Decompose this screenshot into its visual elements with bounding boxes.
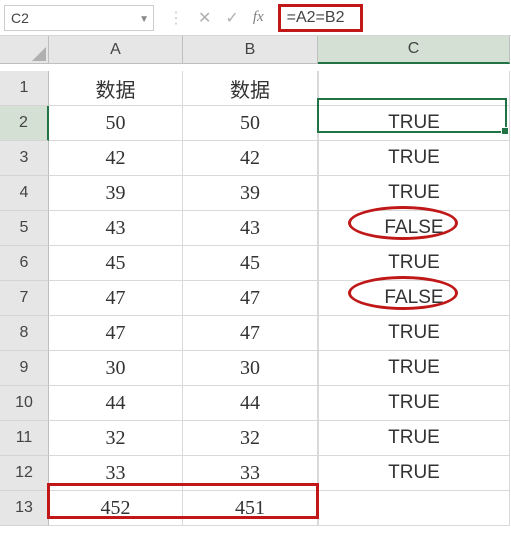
cell-C6[interactable]: TRUE bbox=[318, 246, 510, 281]
separator-icon: ⋮ bbox=[168, 8, 184, 28]
col-header-B[interactable]: B bbox=[183, 36, 318, 64]
col-header-A[interactable]: A bbox=[49, 36, 183, 64]
row-header-7[interactable]: 7 bbox=[0, 281, 49, 316]
row-header-6[interactable]: 6 bbox=[0, 246, 49, 281]
cell-A12[interactable]: 33 bbox=[49, 456, 183, 491]
cell-A2[interactable]: 50 bbox=[49, 106, 183, 141]
row-header-9[interactable]: 9 bbox=[0, 351, 49, 386]
formula-bar-icons: ⋮ ✕ ✓ fx bbox=[154, 8, 278, 28]
row-header-2[interactable]: 2 bbox=[0, 106, 49, 141]
row-header-3[interactable]: 3 bbox=[0, 141, 49, 176]
cell-C2[interactable]: TRUE bbox=[318, 106, 510, 141]
cell-A8[interactable]: 47 bbox=[49, 316, 183, 351]
cancel-icon[interactable]: ✕ bbox=[198, 8, 211, 28]
cell-C11[interactable]: TRUE bbox=[318, 421, 510, 456]
cell-C9[interactable]: TRUE bbox=[318, 351, 510, 386]
select-all-corner[interactable] bbox=[0, 36, 49, 64]
row-header-12[interactable]: 12 bbox=[0, 456, 49, 491]
cell-B10[interactable]: 44 bbox=[183, 386, 318, 421]
cell-B7[interactable]: 47 bbox=[183, 281, 318, 316]
row-header-13[interactable]: 13 bbox=[0, 491, 49, 526]
cell-A13[interactable]: 452 bbox=[49, 491, 183, 526]
cell-C3[interactable]: TRUE bbox=[318, 141, 510, 176]
cell-A9[interactable]: 30 bbox=[49, 351, 183, 386]
cell-C5[interactable]: FALSE bbox=[318, 211, 510, 246]
cell-B5[interactable]: 43 bbox=[183, 211, 318, 246]
cell-B13[interactable]: 451 bbox=[183, 491, 318, 526]
cell-A10[interactable]: 44 bbox=[49, 386, 183, 421]
cell-B3[interactable]: 42 bbox=[183, 141, 318, 176]
row-header-4[interactable]: 4 bbox=[0, 176, 49, 211]
cell-B6[interactable]: 45 bbox=[183, 246, 318, 281]
row-header-11[interactable]: 11 bbox=[0, 421, 49, 456]
name-box-value: C2 bbox=[11, 10, 29, 26]
cell-C4[interactable]: TRUE bbox=[318, 176, 510, 211]
cell-A4[interactable]: 39 bbox=[49, 176, 183, 211]
cell-A1[interactable]: 数据 bbox=[49, 71, 183, 106]
cell-A11[interactable]: 32 bbox=[49, 421, 183, 456]
spreadsheet-grid[interactable]: A B C 1 数据 数据 2 50 50 TRUE 3 42 42 TRUE … bbox=[0, 36, 511, 526]
cell-A3[interactable]: 42 bbox=[49, 141, 183, 176]
cell-B8[interactable]: 47 bbox=[183, 316, 318, 351]
row-header-1[interactable]: 1 bbox=[0, 71, 49, 106]
col-header-C[interactable]: C bbox=[318, 36, 510, 64]
cell-A6[interactable]: 45 bbox=[49, 246, 183, 281]
cell-C13[interactable] bbox=[318, 491, 510, 526]
row-header-8[interactable]: 8 bbox=[0, 316, 49, 351]
formula-text: =A2=B2 bbox=[287, 9, 345, 27]
confirm-icon[interactable]: ✓ bbox=[225, 8, 238, 28]
cell-B9[interactable]: 30 bbox=[183, 351, 318, 386]
cell-B12[interactable]: 33 bbox=[183, 456, 318, 491]
chevron-down-icon[interactable]: ▼ bbox=[139, 14, 149, 25]
cell-A7[interactable]: 47 bbox=[49, 281, 183, 316]
cell-A5[interactable]: 43 bbox=[49, 211, 183, 246]
cell-C7[interactable]: FALSE bbox=[318, 281, 510, 316]
formula-input[interactable]: =A2=B2 bbox=[278, 4, 364, 32]
formula-bar: C2 ▼ ⋮ ✕ ✓ fx =A2=B2 bbox=[0, 0, 511, 36]
cell-C12[interactable]: TRUE bbox=[318, 456, 510, 491]
formula-input-wrap: =A2=B2 bbox=[278, 4, 364, 32]
row-header-10[interactable]: 10 bbox=[0, 386, 49, 421]
row-header-5[interactable]: 5 bbox=[0, 211, 49, 246]
name-box[interactable]: C2 ▼ bbox=[4, 5, 154, 31]
cell-B11[interactable]: 32 bbox=[183, 421, 318, 456]
cell-B1[interactable]: 数据 bbox=[183, 71, 318, 106]
cell-B4[interactable]: 39 bbox=[183, 176, 318, 211]
cell-C8[interactable]: TRUE bbox=[318, 316, 510, 351]
fx-icon[interactable]: fx bbox=[253, 9, 264, 26]
cell-C1[interactable] bbox=[318, 71, 510, 106]
cell-B2[interactable]: 50 bbox=[183, 106, 318, 141]
cell-C10[interactable]: TRUE bbox=[318, 386, 510, 421]
